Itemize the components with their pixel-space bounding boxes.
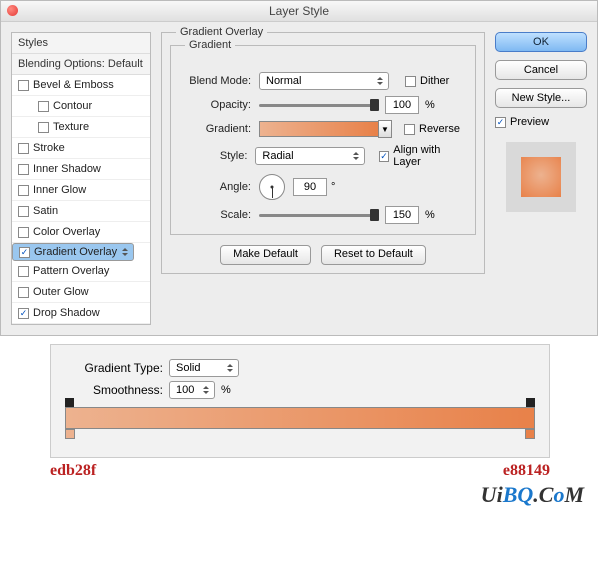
angle-dial[interactable] — [259, 174, 285, 200]
reverse-label: Reverse — [419, 123, 460, 135]
checkbox-icon[interactable] — [18, 185, 29, 196]
sidebar-item-texture[interactable]: Texture — [12, 117, 150, 138]
pct-label: % — [425, 209, 435, 221]
smoothness-label: Smoothness: — [63, 383, 163, 397]
angle-label: Angle: — [179, 181, 259, 193]
right-color-hex: e88149 — [503, 462, 550, 480]
reverse-checkbox[interactable] — [404, 124, 415, 135]
gradient-dropdown-icon[interactable]: ▼ — [378, 120, 392, 138]
scale-slider[interactable] — [259, 214, 379, 217]
sidebar-item-bevel[interactable]: Bevel & Emboss — [12, 75, 150, 96]
checkbox-icon[interactable] — [18, 206, 29, 217]
watermark: UiBQ.CoM — [0, 480, 600, 516]
ok-button[interactable]: OK — [495, 32, 587, 52]
left-color-hex: edb28f — [50, 462, 96, 480]
degree-label: ° — [331, 181, 335, 193]
scale-label: Scale: — [179, 209, 259, 221]
sidebar-item-color-overlay[interactable]: Color Overlay — [12, 222, 150, 243]
color-labels: edb28f e88149 — [50, 462, 550, 480]
smoothness-input[interactable]: 100 — [169, 381, 215, 399]
gradient-strip[interactable] — [65, 407, 535, 429]
blendmode-label: Blend Mode: — [179, 75, 259, 87]
fieldset-legend: Gradient Overlay — [176, 26, 267, 38]
opacity-label: Opacity: — [179, 99, 259, 111]
checkbox-icon[interactable] — [18, 227, 29, 238]
checkbox-icon[interactable] — [18, 287, 29, 298]
sidebar-item-satin[interactable]: Satin — [12, 201, 150, 222]
checkbox-icon[interactable] — [18, 308, 29, 319]
gradient-overlay-fieldset: Gradient Overlay Gradient Blend Mode: No… — [161, 32, 485, 274]
gradient-inner: Gradient Blend Mode: Normal Dither Opaci… — [170, 45, 476, 235]
gradient-type-select[interactable]: Solid — [169, 359, 239, 377]
dialog-title: Layer Style — [269, 4, 329, 18]
sidebar-item-stroke[interactable]: Stroke — [12, 138, 150, 159]
dither-checkbox[interactable] — [405, 76, 416, 87]
checkbox-icon[interactable] — [18, 143, 29, 154]
preview-toggle[interactable]: Preview — [495, 116, 587, 128]
scale-input[interactable] — [385, 206, 419, 224]
gradient-bar[interactable] — [65, 407, 535, 429]
checkbox-icon[interactable] — [38, 101, 49, 112]
sidebar-item-drop-shadow[interactable]: Drop Shadow — [12, 303, 150, 324]
align-label: Align with Layer — [393, 144, 467, 168]
checkbox-icon[interactable] — [495, 117, 506, 128]
opacity-slider[interactable] — [259, 104, 379, 107]
blendmode-select[interactable]: Normal — [259, 72, 389, 90]
sidebar-heading-styles[interactable]: Styles — [12, 33, 150, 54]
color-stop-right[interactable] — [525, 429, 535, 439]
sidebar-item-inner-shadow[interactable]: Inner Shadow — [12, 159, 150, 180]
gradient-label: Gradient: — [179, 123, 259, 135]
styles-sidebar: Styles Blending Options: Default Bevel &… — [11, 32, 151, 325]
sidebar-item-gradient-overlay[interactable]: Gradient Overlay — [12, 243, 134, 261]
sidebar-item-outer-glow[interactable]: Outer Glow — [12, 282, 150, 303]
inner-legend: Gradient — [185, 39, 235, 51]
dither-label: Dither — [420, 75, 449, 87]
opacity-input[interactable] — [385, 96, 419, 114]
sidebar-item-pattern-overlay[interactable]: Pattern Overlay — [12, 261, 150, 282]
checkbox-icon[interactable] — [18, 266, 29, 277]
style-select[interactable]: Radial — [255, 147, 365, 165]
align-checkbox[interactable] — [379, 151, 390, 162]
new-style-button[interactable]: New Style... — [495, 88, 587, 108]
gradient-preview[interactable] — [259, 121, 379, 137]
sidebar-item-inner-glow[interactable]: Inner Glow — [12, 180, 150, 201]
dialog-titlebar: Layer Style — [1, 1, 597, 22]
checkbox-icon[interactable] — [18, 80, 29, 91]
cancel-button[interactable]: Cancel — [495, 60, 587, 80]
style-label: Style: — [179, 150, 255, 162]
reset-default-button[interactable]: Reset to Default — [321, 245, 426, 265]
sidebar-heading-blending[interactable]: Blending Options: Default — [12, 54, 150, 75]
checkbox-icon[interactable] — [19, 247, 30, 258]
gradient-type-label: Gradient Type: — [63, 361, 163, 375]
close-icon[interactable] — [7, 5, 18, 16]
layer-style-dialog: Layer Style Styles Blending Options: Def… — [0, 0, 598, 336]
right-buttons: OK Cancel New Style... Preview — [495, 32, 587, 212]
preview-swatch — [506, 142, 576, 212]
opacity-stop-right[interactable] — [526, 398, 535, 407]
angle-input[interactable] — [293, 178, 327, 196]
pct-label: % — [221, 384, 231, 396]
main-panel: Gradient Overlay Gradient Blend Mode: No… — [161, 32, 485, 274]
gradient-editor: Gradient Type: Solid Smoothness: 100 % — [50, 344, 550, 458]
pct-label: % — [425, 99, 435, 111]
make-default-button[interactable]: Make Default — [220, 245, 311, 265]
opacity-stop-left[interactable] — [65, 398, 74, 407]
sidebar-item-contour[interactable]: Contour — [12, 96, 150, 117]
checkbox-icon[interactable] — [18, 164, 29, 175]
color-stop-left[interactable] — [65, 429, 75, 439]
checkbox-icon[interactable] — [38, 122, 49, 133]
